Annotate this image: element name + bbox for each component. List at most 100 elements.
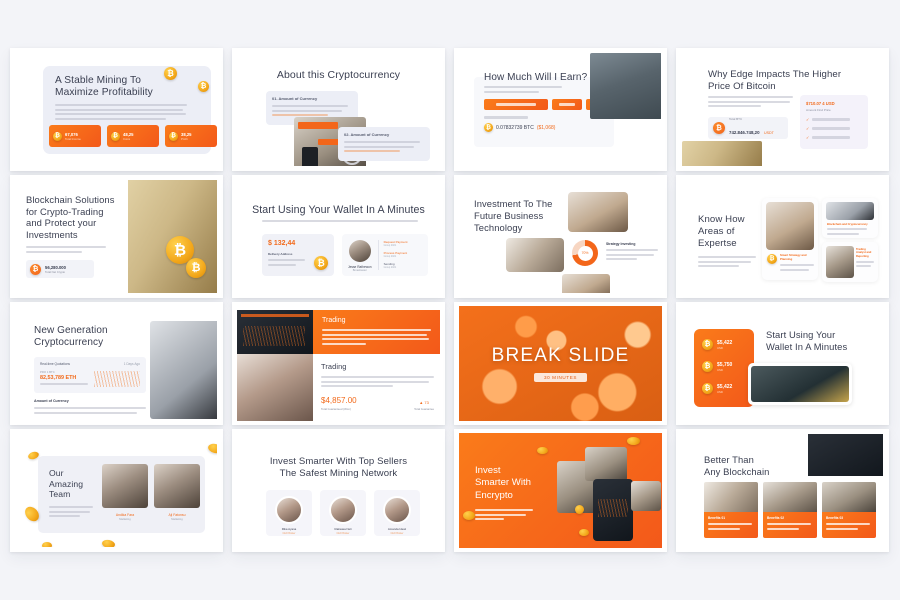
person-role: Broadcaster (352, 269, 367, 272)
balance-card[interactable]: ₿ Total BTC 742.846.748,20 USDT (708, 117, 788, 139)
quote-card[interactable]: Real-time Quotations 1 Days Ago PRO 1 BT… (34, 357, 146, 393)
slide-image (826, 246, 854, 278)
value-row: ₿ $5,422 USD (702, 339, 754, 350)
slide-title-line: Know How (698, 214, 745, 225)
benefit-card[interactable]: Benefits 02 (763, 482, 817, 538)
slide-14-content: Invest Smarter With Top Sellers The Safe… (238, 434, 439, 547)
check-icon: ✓ (806, 117, 810, 122)
stat-label: Coins (123, 136, 131, 141)
person-card[interactable]: Jesse Rathewon Broadcaster Request Payme… (342, 234, 428, 276)
step-sub: Group 2021 (383, 244, 397, 247)
value-row: ₿ $5,422 USD (702, 383, 754, 394)
feature-card[interactable]: ₿ Smart Strategy and Planning (762, 198, 818, 280)
coin-icon: ₿ (53, 131, 62, 141)
benefit-photo (822, 482, 876, 512)
slide-thumbnail[interactable]: New Generation Cryptocurrency Real-time … (10, 302, 223, 425)
benefit-card-row: Benefits 01 Benefits 02 Benefits 03 (704, 482, 876, 538)
slide-title-line: Future Business (474, 209, 544, 221)
slide-title-line: Encrypto (475, 489, 513, 501)
slide-07-content: Investment To The Future Business Techno… (460, 180, 661, 293)
slide-thumbnail[interactable]: ₿ ₿ A Stable Mining To Maximize Profitab… (10, 48, 223, 171)
slide-02-content: About this Cryptocurrency 01. Amount of … (238, 53, 439, 166)
amount-label: Total Guaranteed (Won) (321, 407, 351, 411)
slide-thumbnail[interactable]: How Much Will I Earn? ₿ 0.07832739 BTC (… (454, 48, 667, 171)
hash-rate-button[interactable] (484, 99, 548, 110)
benefit-card[interactable]: Benefits 03 (822, 482, 876, 538)
slide-thumbnail[interactable]: Start Using Your Wallet In A Minutes $ 1… (232, 175, 445, 298)
slide-title-line2: Wallet In A Minutes (766, 341, 848, 352)
slide-thumbnail[interactable]: Trading Trading $4,857.00 Total Guarante… (232, 302, 445, 425)
slide-thumbnail[interactable]: Invest Smarter With Encrypto (454, 429, 667, 552)
seller-name: Rika Ayana (281, 527, 297, 531)
slide-15-content: Invest Smarter With Encrypto (459, 433, 662, 548)
sub-heading: Amount of Currency (34, 399, 69, 403)
coin-icon (575, 505, 584, 514)
unit: USD (717, 367, 723, 372)
slide-thumbnail[interactable]: Investment To The Future Business Techno… (454, 175, 667, 298)
days-button[interactable] (552, 99, 582, 110)
slide-thumbnail[interactable]: Our Amazing Team Andika Fara Marketing A… (10, 429, 223, 552)
balance-unit: USDT (763, 131, 774, 135)
member-role: Marketing (119, 518, 131, 521)
slide-title: Start Using Your Wallet In A Minutes (252, 204, 425, 216)
sub-section: Amount of Currency (34, 399, 146, 416)
donut-legend: Strategy Investing (606, 242, 658, 263)
info-card[interactable]: 02. Amount of Currency (338, 127, 430, 161)
coin-icon: ₿ (169, 131, 178, 141)
stat-card[interactable]: ₿ 67,076 Total Income (49, 125, 101, 147)
slide-title-line1: Better Than (704, 454, 754, 465)
badge-label: Total Net Crypto (45, 269, 66, 274)
donut-center: 70% (577, 245, 593, 261)
slide-01-content: ₿ ₿ A Stable Mining To Maximize Profitab… (16, 53, 217, 166)
slide-thumbnail[interactable]: ₿ $5,422 USD ₿ $5,750 USD ₿ $5,422 USD S… (676, 302, 889, 425)
slide-thumbnail[interactable]: Know How Areas of Expertse ₿ Smart Strat… (676, 175, 889, 298)
feature-card[interactable]: Blockchain and Cryptocurrency (822, 198, 878, 238)
team-member[interactable]: Aji Fatonsu Marketing (154, 464, 200, 521)
slide-title-line1: A Stable Mining To (55, 75, 141, 86)
slide-thumbnail[interactable]: BREAK SLIDE 30 MINUTES (454, 302, 667, 425)
price-card[interactable]: $ 132,44 Delivery Address ₿ (262, 234, 334, 276)
slide-title-line1: Start Using Your (766, 329, 836, 340)
body-text (698, 256, 756, 270)
slide-image: ₿ ₿ (128, 180, 217, 293)
value: $5,422 (717, 383, 733, 390)
slide-title-line2: Price Of Bitcoin (708, 80, 776, 92)
slide-title-line: Team (49, 489, 71, 500)
donut-chart: 70% (572, 240, 598, 266)
benefit-title: Benefits 01 (708, 516, 726, 520)
feature-card[interactable]: Trading Analyst and Reporting (822, 242, 878, 282)
panel-list: ✓ ✓ ✓ (806, 117, 862, 140)
slide-title-line: Expertse (698, 238, 737, 249)
slide-10-content: Trading Trading $4,857.00 Total Guarante… (237, 306, 440, 421)
coin-icon (537, 447, 548, 454)
slide-thumbnail[interactable]: Why Edge Impacts The Higher Price Of Bit… (676, 48, 889, 171)
slide-thumbnail[interactable]: Invest Smarter With Top Sellers The Safe… (232, 429, 445, 552)
slide-title-line2: The Safest Mining Network (279, 468, 398, 479)
seller-card[interactable]: Amanda Idewi CEO Broker (374, 490, 420, 536)
quote-label: Real-time Quotations (40, 362, 70, 366)
slide-04-content: Why Edge Impacts The Higher Price Of Bit… (682, 53, 883, 166)
seller-card[interactable]: Raksasa Neli CEO Broker (320, 490, 366, 536)
slide-12-content: ₿ $5,422 USD ₿ $5,750 USD ₿ $5,422 USD S… (682, 307, 883, 420)
badge-card[interactable]: ₿ 56,280.000 Total Net Crypto (26, 260, 94, 278)
card-heading: 01. Amount of Currency (272, 96, 318, 101)
seller-card[interactable]: Rika Ayana CEO Broker (266, 490, 312, 536)
benefit-title: Benefits 02 (767, 516, 785, 520)
slide-thumbnail[interactable]: Blockchain Solutions for Crypto-Trading … (10, 175, 223, 298)
stat-card[interactable]: ₿ 48,25 Coins (107, 125, 159, 147)
benefit-card[interactable]: Benefits 01 (704, 482, 758, 538)
team-member[interactable]: Andika Fara Marketing (102, 464, 148, 521)
slide-title-line: Investments (26, 228, 78, 240)
body-text (26, 246, 106, 255)
stat-card[interactable]: ₿ 38,25 Profit (165, 125, 217, 147)
stat-value: 48,25 (123, 131, 134, 137)
step-sub: Group 2021 (383, 266, 397, 269)
coin-icon (579, 529, 589, 536)
coin-icon: ₿ (767, 254, 777, 264)
slide-title-line1: Invest Smarter With Top Sellers (269, 456, 408, 467)
slide-thumbnail[interactable]: Better Than Any Blockchain Benefits 01 B… (676, 429, 889, 552)
member-name: Andika Fara (115, 513, 135, 517)
device-frame (748, 363, 852, 405)
side-panel[interactable]: $710.07 4 USD Amount Find Price ✓ ✓ ✓ (800, 95, 868, 149)
slide-thumbnail[interactable]: About this Cryptocurrency 01. Amount of … (232, 48, 445, 171)
